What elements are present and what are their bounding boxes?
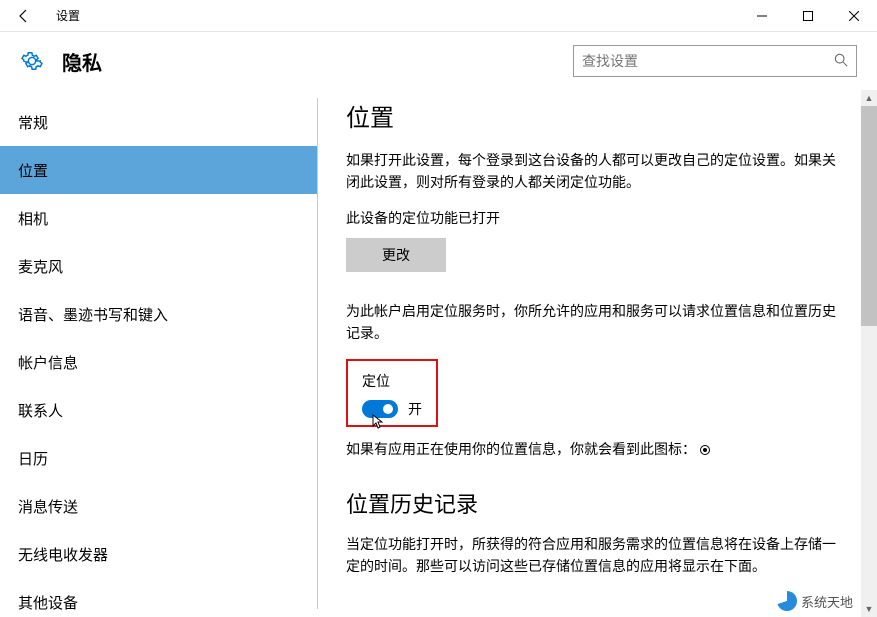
search-input[interactable] bbox=[582, 53, 834, 69]
account-location-description: 为此帐户启用定位服务时，你所允许的应用和服务可以请求位置信息和位置历史记录。 bbox=[346, 300, 849, 345]
scrollbar[interactable]: ▲ ▼ bbox=[861, 90, 877, 617]
window-title: 设置 bbox=[56, 7, 80, 24]
sidebar-item[interactable]: 常规 bbox=[0, 98, 317, 146]
device-location-status: 此设备的定位功能已打开 bbox=[346, 208, 849, 228]
sidebar-item[interactable]: 位置 bbox=[0, 146, 317, 194]
content-pane: 位置 如果打开此设置，每个登录到这台设备的人都可以更改自己的定位设置。如果关闭此… bbox=[318, 90, 877, 617]
scroll-up-arrow[interactable]: ▲ bbox=[861, 90, 877, 106]
sidebar-item[interactable]: 联系人 bbox=[0, 386, 317, 434]
gear-icon bbox=[20, 49, 44, 73]
search-box[interactable] bbox=[573, 45, 857, 77]
sidebar-item[interactable]: 其他设备 bbox=[0, 578, 317, 617]
search-icon bbox=[834, 53, 848, 70]
toggle-label: 定位 bbox=[362, 371, 422, 391]
change-button[interactable]: 更改 bbox=[346, 238, 446, 272]
section-heading-location: 位置 bbox=[346, 98, 849, 133]
close-button[interactable] bbox=[831, 0, 877, 32]
minimize-button[interactable] bbox=[739, 0, 785, 32]
sidebar-item[interactable]: 日历 bbox=[0, 434, 317, 482]
sidebar-item[interactable]: 帐户信息 bbox=[0, 338, 317, 386]
sidebar-item[interactable]: 相机 bbox=[0, 194, 317, 242]
sidebar-item[interactable]: 麦克风 bbox=[0, 242, 317, 290]
maximize-button[interactable] bbox=[785, 0, 831, 32]
sidebar-item[interactable]: 无线电收发器 bbox=[0, 530, 317, 578]
highlight-annotation: 定位 开 bbox=[346, 359, 438, 427]
sidebar: 常规位置相机麦克风语音、墨迹书写和键入帐户信息联系人日历消息传送无线电收发器其他… bbox=[0, 90, 317, 617]
indicator-line: 如果有应用正在使用你的位置信息，你就会看到此图标： bbox=[346, 439, 849, 459]
sidebar-item[interactable]: 消息传送 bbox=[0, 482, 317, 530]
toggle-state-text: 开 bbox=[408, 399, 422, 419]
section-heading-history: 位置历史记录 bbox=[346, 487, 849, 519]
history-description: 当定位功能打开时，所获得的符合应用和服务需求的位置信息将在设备上存储一定的时间。… bbox=[346, 533, 849, 578]
back-button[interactable] bbox=[0, 0, 48, 32]
description-text: 如果打开此设置，每个登录到这台设备的人都可以更改自己的定位设置。如果关闭此设置，… bbox=[346, 149, 849, 194]
location-toggle[interactable] bbox=[362, 400, 398, 418]
scrollbar-thumb[interactable] bbox=[861, 106, 877, 326]
location-indicator-icon bbox=[700, 445, 710, 455]
sidebar-item[interactable]: 语音、墨迹书写和键入 bbox=[0, 290, 317, 338]
scroll-down-arrow[interactable]: ▼ bbox=[861, 601, 877, 617]
page-title: 隐私 bbox=[62, 47, 102, 76]
